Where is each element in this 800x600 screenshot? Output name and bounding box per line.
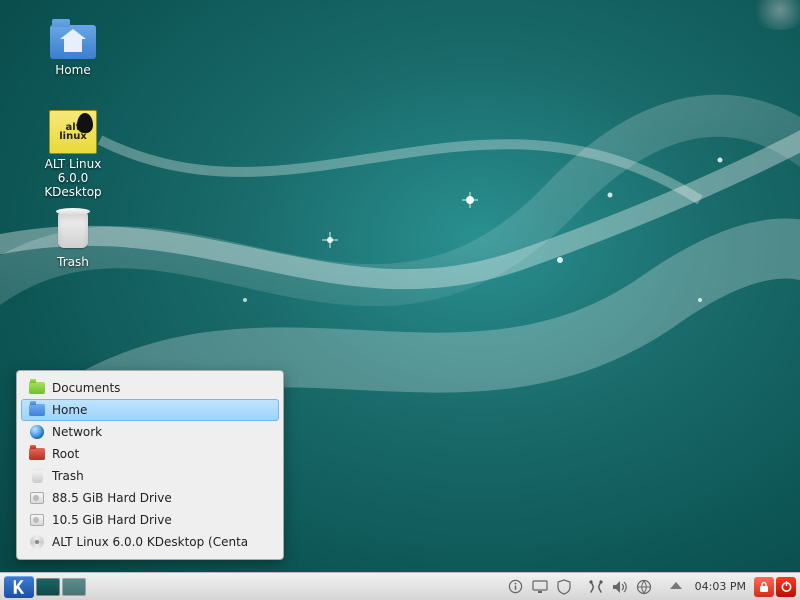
places-item-disc[interactable]: ALT Linux 6.0.0 KDesktop (Centa	[21, 531, 279, 553]
places-item-label: ALT Linux 6.0.0 KDesktop (Centa	[52, 535, 248, 549]
show-desktop-icon[interactable]	[665, 577, 687, 597]
folder-red-icon	[29, 446, 45, 462]
places-item-label: Documents	[52, 381, 120, 395]
places-item-hdd1[interactable]: 88.5 GiB Hard Drive	[21, 487, 279, 509]
globe-icon	[29, 424, 45, 440]
places-item-hdd2[interactable]: 10.5 GiB Hard Drive	[21, 509, 279, 531]
places-item-label: Network	[52, 425, 102, 439]
optical-disc-icon	[29, 534, 45, 550]
home-folder-icon	[49, 14, 97, 62]
places-item-network[interactable]: Network	[21, 421, 279, 443]
altlinux-icon: alt linux	[49, 108, 97, 156]
kmenu-button[interactable]	[4, 576, 34, 598]
alt-badge-line2: linux	[59, 132, 87, 142]
desktop-icon-home[interactable]: Home	[28, 14, 118, 78]
volume-icon[interactable]	[609, 577, 631, 597]
lock-screen-button[interactable]	[754, 577, 774, 597]
desktop[interactable]: Home alt linux ALT Linux 6.0.0 KDesktop …	[0, 0, 800, 600]
clipboard-icon[interactable]	[585, 577, 607, 597]
desktop-icon-trash[interactable]: Trash	[28, 206, 118, 270]
power-icon	[780, 580, 793, 593]
security-icon[interactable]	[553, 577, 575, 597]
network-icon[interactable]	[633, 577, 655, 597]
hdd-icon	[29, 512, 45, 528]
places-item-documents[interactable]: Documents	[21, 377, 279, 399]
pager-desktop-2[interactable]	[62, 578, 86, 596]
clock[interactable]: 04:03 PM	[689, 580, 752, 593]
corner-cashew[interactable]	[750, 0, 800, 30]
places-item-label: 88.5 GiB Hard Drive	[52, 491, 172, 505]
places-item-label: Root	[52, 447, 79, 461]
desktop-icon-label: ALT Linux 6.0.0 KDesktop	[28, 158, 118, 199]
desktop-icon-altlinux[interactable]: alt linux ALT Linux 6.0.0 KDesktop	[28, 108, 118, 199]
display-icon[interactable]	[529, 577, 551, 597]
places-popup: Documents Home Network Root Trash 88.5 G…	[16, 370, 284, 560]
logout-button[interactable]	[776, 577, 796, 597]
info-icon[interactable]	[505, 577, 527, 597]
hdd-icon	[29, 490, 45, 506]
folder-green-icon	[29, 380, 45, 396]
places-item-root[interactable]: Root	[21, 443, 279, 465]
lock-icon	[758, 581, 770, 593]
taskbar: 04:03 PM	[0, 572, 800, 600]
places-item-label: 10.5 GiB Hard Drive	[52, 513, 172, 527]
places-item-trash[interactable]: Trash	[21, 465, 279, 487]
folder-blue-icon	[29, 402, 45, 418]
desktop-icon-label: Trash	[28, 256, 118, 270]
pager-desktop-1[interactable]	[36, 578, 60, 596]
trash-icon	[49, 206, 97, 254]
places-item-label: Trash	[52, 469, 84, 483]
kde-logo-icon	[10, 578, 28, 596]
places-item-home[interactable]: Home	[21, 399, 279, 421]
trash-icon	[29, 468, 45, 484]
desktop-icon-label: Home	[28, 64, 118, 78]
places-item-label: Home	[52, 403, 87, 417]
